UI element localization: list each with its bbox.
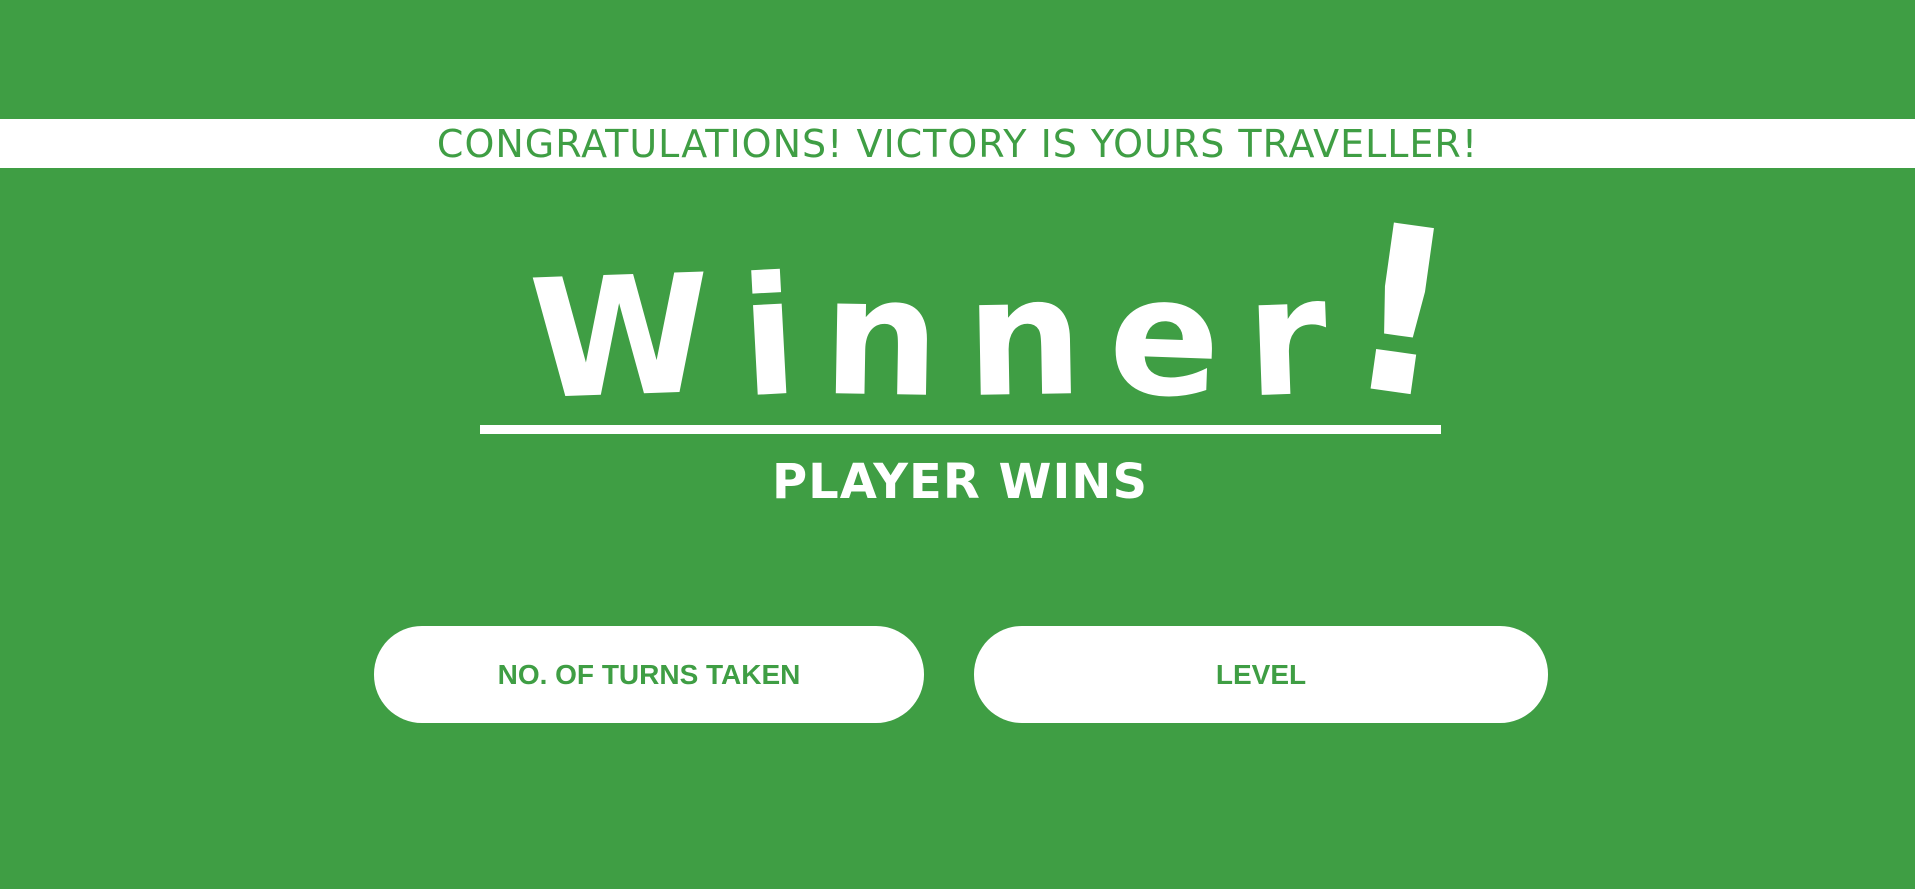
congratulations-banner: CONGRATULATIONS! VICTORY IS YOURS TRAVEL… xyxy=(0,119,1915,168)
winner-title-letter: n xyxy=(964,240,1085,435)
banner-text: CONGRATULATIONS! VICTORY IS YOURS TRAVEL… xyxy=(436,121,1479,166)
result-text: PLAYER WINS xyxy=(771,454,1149,510)
winner-title-letter: n xyxy=(821,240,942,435)
level-label: LEVEL xyxy=(1215,658,1307,690)
winner-title: W i n n e r ! xyxy=(526,174,1472,453)
title-underline xyxy=(480,425,1441,434)
winner-title-letter: W xyxy=(526,238,715,437)
winner-title-letter: r xyxy=(1242,240,1331,435)
level-panel: LEVEL xyxy=(974,626,1548,723)
turns-taken-label: NO. OF TURNS TAKEN xyxy=(497,658,801,690)
turns-taken-panel: NO. OF TURNS TAKEN xyxy=(374,626,924,723)
winner-title-exclamation: ! xyxy=(1330,174,1472,454)
winner-title-letter: i xyxy=(735,240,803,435)
winner-title-letter: e xyxy=(1105,240,1224,435)
